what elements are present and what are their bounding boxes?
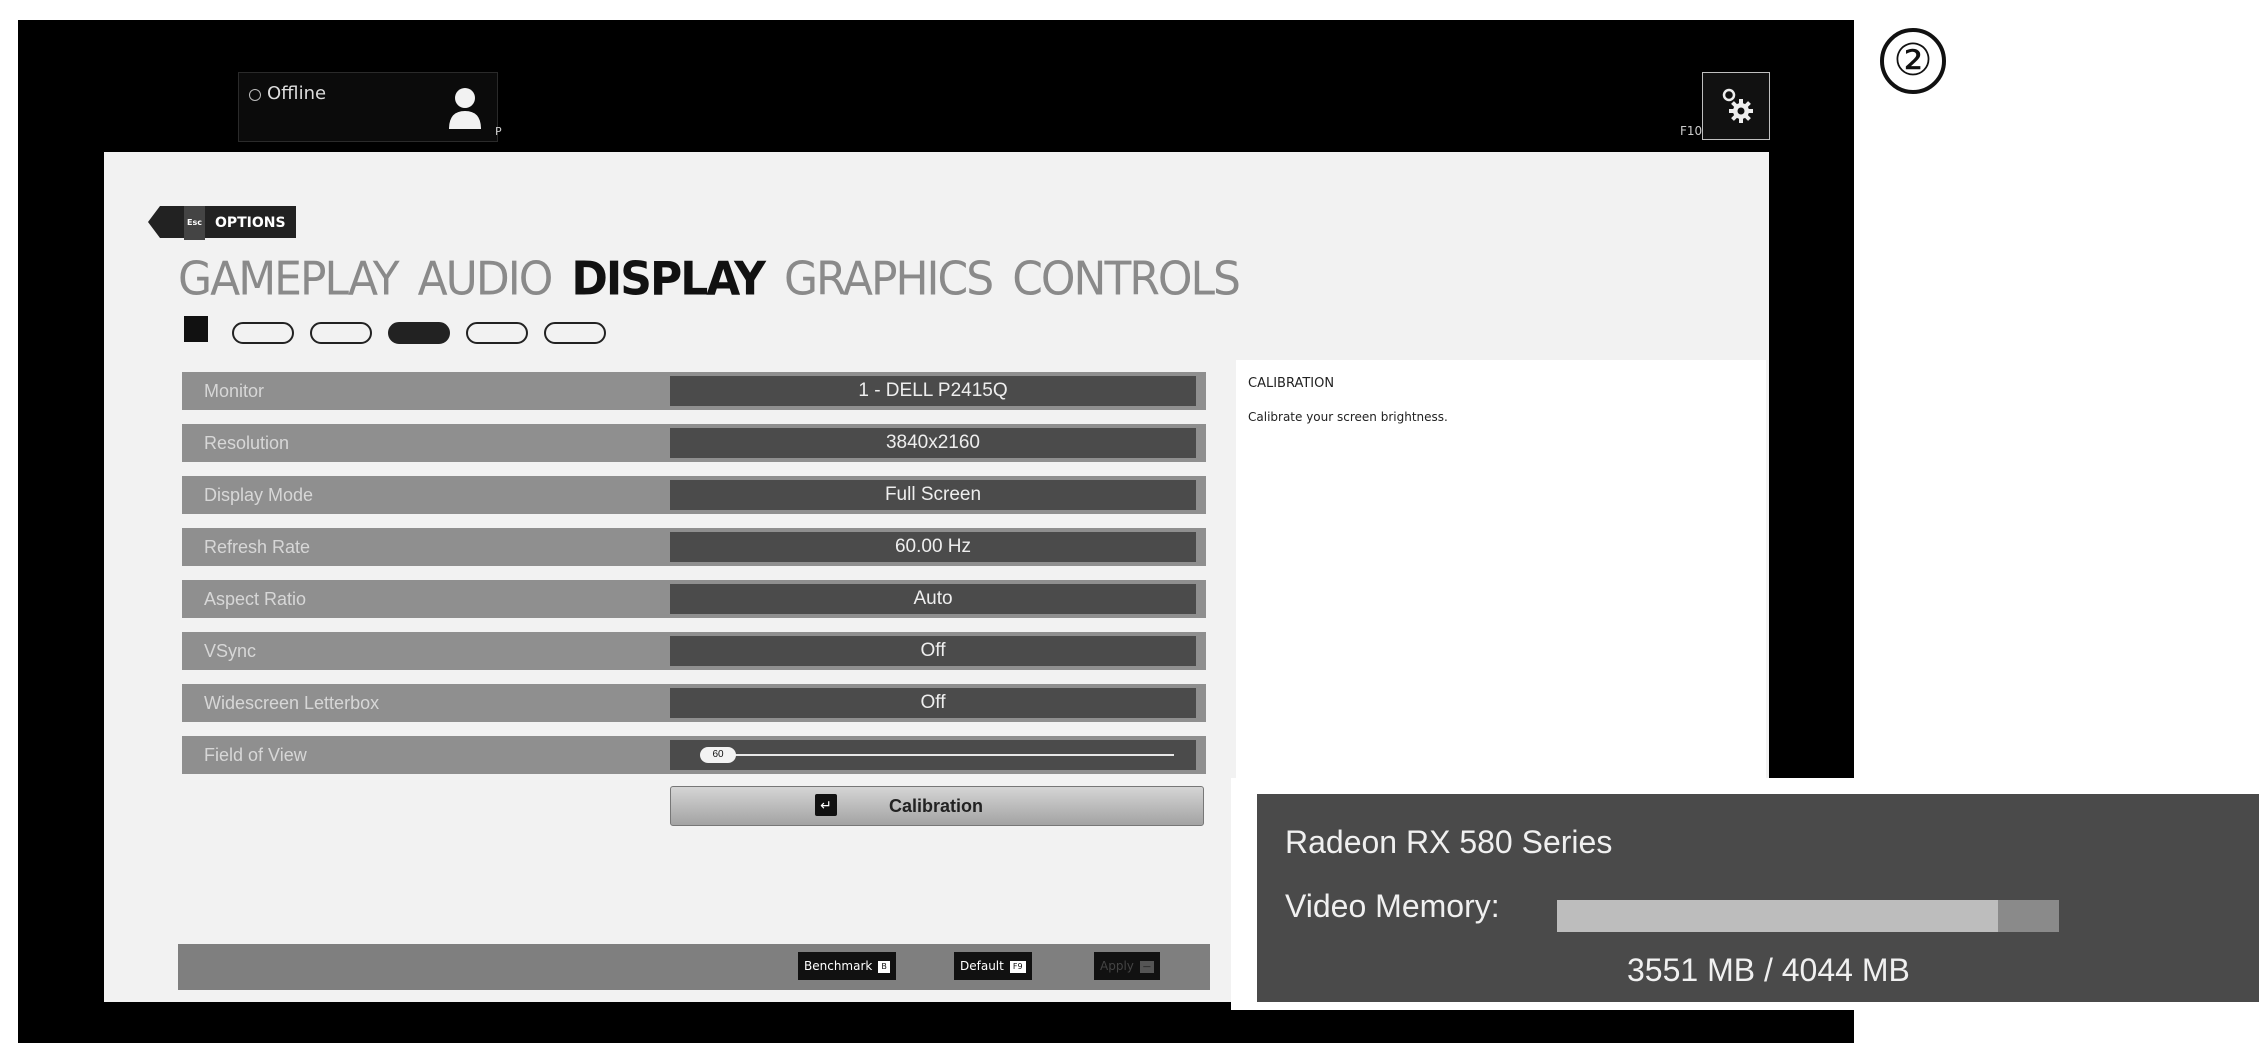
status-indicator-icon [249, 89, 261, 101]
gpu-info-box: Radeon RX 580 Series Video Memory: 3551 … [1257, 794, 2259, 1002]
video-memory-bar-fill [1557, 900, 1998, 932]
setting-row-refresh-rate[interactable]: Refresh Rate 60.00 Hz [182, 528, 1206, 566]
tab-audio[interactable]: AUDIO [418, 253, 554, 307]
fov-slider-handle[interactable]: 60 [700, 747, 736, 763]
page-dot-5[interactable] [544, 322, 606, 344]
fov-slider[interactable]: 60 [670, 740, 1196, 770]
default-label: Default [960, 959, 1004, 973]
video-memory-bar [1557, 900, 2059, 932]
apply-key: — [1139, 960, 1154, 973]
setting-value-display-mode[interactable]: Full Screen [670, 480, 1196, 510]
default-button[interactable]: Default F9 [954, 952, 1032, 980]
setting-value-vsync[interactable]: Off [670, 636, 1196, 666]
account-hotkey: P [495, 125, 502, 138]
page-dot-4[interactable] [466, 322, 528, 344]
tab-gameplay[interactable]: GAMEPLAY [178, 253, 400, 307]
setting-label: Refresh Rate [204, 537, 311, 557]
setting-value-resolution[interactable]: 3840x2160 [670, 428, 1196, 458]
setting-description-panel: CALIBRATION Calibrate your screen bright… [1236, 360, 1766, 780]
default-key: F9 [1009, 960, 1026, 973]
options-footer: Benchmark B Default F9 Apply — [178, 944, 1210, 990]
setting-label: Resolution [204, 433, 290, 453]
setting-label: Monitor [204, 381, 265, 401]
setting-row-resolution[interactable]: Resolution 3840x2160 [182, 424, 1206, 462]
apply-label: Apply [1100, 959, 1134, 973]
page-dot-3[interactable] [388, 322, 450, 344]
description-text: Calibrate your screen brightness. [1248, 410, 1448, 424]
page-nav-icon[interactable] [184, 316, 208, 342]
enter-key-icon: ↵ [815, 794, 837, 816]
options-breadcrumb-label: OPTIONS [214, 215, 286, 231]
tab-display[interactable]: DISPLAY [571, 253, 766, 307]
setting-label: Display Mode [204, 485, 314, 505]
tab-graphics[interactable]: GRAPHICS [784, 253, 994, 307]
account-status-text: Offline [267, 83, 327, 104]
user-avatar-icon [449, 88, 481, 129]
calibration-button-label: Calibration [889, 796, 984, 816]
setting-row-display-mode[interactable]: Display Mode Full Screen [182, 476, 1206, 514]
setting-row-widescreen-letterbox[interactable]: Widescreen Letterbox Off [182, 684, 1206, 722]
setting-label: Aspect Ratio [204, 589, 307, 609]
video-memory-label: Video Memory: [1285, 888, 1500, 924]
setting-value-refresh-rate[interactable]: 60.00 Hz [670, 532, 1196, 562]
esc-key-badge: Esc [184, 206, 205, 240]
calibration-button[interactable]: ↵ Calibration [670, 786, 1204, 826]
options-tabs: GAMEPLAY AUDIO DISPLAY GRAPHICS CONTROLS [178, 253, 1259, 307]
setting-label: Field of View [204, 745, 307, 765]
description-title: CALIBRATION [1248, 376, 1335, 391]
gear-icon [1722, 88, 1753, 123]
apply-button[interactable]: Apply — [1094, 952, 1160, 980]
setting-row-aspect-ratio[interactable]: Aspect Ratio Auto [182, 580, 1206, 618]
gpu-name: Radeon RX 580 Series [1285, 824, 1613, 860]
benchmark-button[interactable]: Benchmark B [798, 952, 896, 980]
step-number-marker: ② [1880, 28, 1946, 94]
setting-value-widescreen-letterbox[interactable]: Off [670, 688, 1196, 718]
benchmark-label: Benchmark [804, 959, 873, 973]
setting-label: Widescreen Letterbox [204, 693, 380, 713]
setting-row-vsync[interactable]: VSync Off [182, 632, 1206, 670]
setting-value-aspect-ratio[interactable]: Auto [670, 584, 1196, 614]
benchmark-key: B [878, 960, 890, 973]
gpu-info-overlay: Radeon RX 580 Series Video Memory: 3551 … [1231, 778, 2259, 1010]
page-dot-1[interactable] [232, 322, 294, 344]
account-status-panel[interactable]: Offline P [238, 72, 502, 142]
setting-value-monitor[interactable]: 1 - DELL P2415Q [670, 376, 1196, 406]
setting-row-field-of-view[interactable]: Field of View 60 [182, 736, 1206, 774]
settings-hotkey: F10 [1680, 124, 1703, 138]
fov-slider-track [726, 754, 1174, 756]
setting-label: VSync [204, 641, 257, 661]
page-dot-2[interactable] [310, 322, 372, 344]
video-memory-usage: 3551 MB / 4044 MB [1627, 952, 1910, 988]
tab-controls[interactable]: CONTROLS [1012, 253, 1241, 307]
options-back-button[interactable]: Esc OPTIONS [148, 206, 296, 240]
settings-button[interactable] [1702, 72, 1770, 140]
setting-row-monitor[interactable]: Monitor 1 - DELL P2415Q [182, 372, 1206, 410]
